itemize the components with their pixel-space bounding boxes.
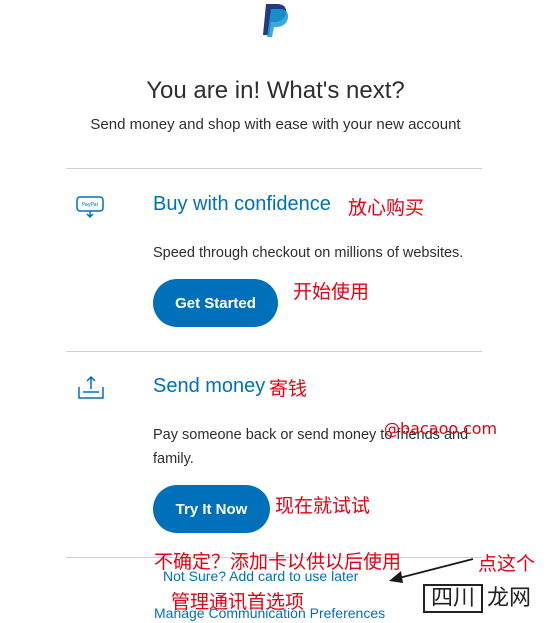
watermark-text: 龙网	[487, 586, 532, 611]
section-title-send: Send money	[153, 375, 266, 397]
page-subtitle: Send money and shop with ease with your …	[90, 116, 461, 133]
annotation-get-started: 开始使用	[293, 281, 370, 303]
try-it-now-button[interactable]: Try It Now	[153, 485, 270, 533]
upload-tray-icon	[78, 375, 104, 399]
paypal-logo-icon	[263, 4, 289, 37]
get-started-button[interactable]: Get Started	[153, 279, 278, 327]
watermark-boxed-text: 四川	[423, 584, 484, 613]
divider	[66, 168, 482, 169]
annotation-click-this: 点这个	[478, 553, 536, 575]
add-card-later-link[interactable]: Not Sure? Add card to use later	[163, 568, 358, 584]
page-title: You are in! What's next?	[146, 77, 405, 104]
svg-text:PayPal: PayPal	[82, 202, 98, 208]
section-title-buy: Buy with confidence	[153, 193, 331, 215]
annotation-buy: 放心购买	[348, 197, 425, 219]
divider	[66, 351, 482, 352]
manage-preferences-link[interactable]: Manage Communication Preferences	[154, 605, 385, 621]
watermark-site: @bacaoo.com	[384, 419, 498, 438]
annotation-try-it-now: 现在就试试	[275, 495, 371, 517]
paypal-card-icon: PayPal	[76, 196, 104, 219]
annotation-send: 寄钱	[269, 378, 308, 400]
section-desc-buy: Speed through checkout on millions of we…	[153, 245, 464, 261]
site-watermark: 四川 龙网	[423, 580, 532, 613]
